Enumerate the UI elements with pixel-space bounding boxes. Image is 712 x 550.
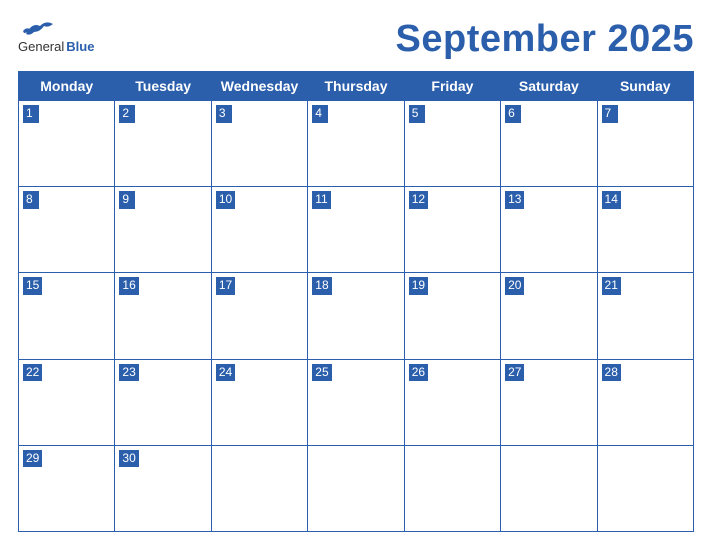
calendar-day-14: 14 <box>597 187 693 273</box>
day-number: 23 <box>119 364 138 382</box>
calendar-day-12: 12 <box>404 187 500 273</box>
calendar-day-4: 4 <box>308 101 404 187</box>
day-number: 4 <box>312 105 328 123</box>
calendar-week-4: 22 23 24 25 26 27 28 <box>19 359 694 445</box>
col-tuesday: Tuesday <box>115 72 211 101</box>
calendar-day-18: 18 <box>308 273 404 359</box>
day-number: 25 <box>312 364 331 382</box>
calendar-day-8: 8 <box>19 187 115 273</box>
logo-text-general: General <box>18 40 64 54</box>
calendar-day-28: 28 <box>597 359 693 445</box>
day-number: 12 <box>409 191 428 209</box>
day-number: 7 <box>602 105 618 123</box>
calendar-table: Monday Tuesday Wednesday Thursday Friday… <box>18 71 694 532</box>
calendar-week-5: 29 30 <box>19 445 694 531</box>
day-number: 1 <box>23 105 39 123</box>
logo-icon <box>18 18 56 40</box>
day-number: 8 <box>23 191 39 209</box>
day-number: 20 <box>505 277 524 295</box>
day-number: 6 <box>505 105 521 123</box>
calendar-day-20: 20 <box>501 273 597 359</box>
calendar-day-empty <box>404 445 500 531</box>
day-number: 19 <box>409 277 428 295</box>
col-monday: Monday <box>19 72 115 101</box>
day-number: 10 <box>216 191 235 209</box>
calendar-day-1: 1 <box>19 101 115 187</box>
day-number: 11 <box>312 191 330 209</box>
calendar-day-23: 23 <box>115 359 211 445</box>
day-number: 24 <box>216 364 235 382</box>
calendar-day-empty <box>211 445 307 531</box>
calendar-day-2: 2 <box>115 101 211 187</box>
col-sunday: Sunday <box>597 72 693 101</box>
day-number: 27 <box>505 364 524 382</box>
calendar-day-10: 10 <box>211 187 307 273</box>
col-saturday: Saturday <box>501 72 597 101</box>
calendar-week-1: 1 2 3 4 5 6 7 <box>19 101 694 187</box>
day-number: 17 <box>216 277 235 295</box>
logo-text-blue: Blue <box>66 40 94 54</box>
day-number: 26 <box>409 364 428 382</box>
calendar-day-30: 30 <box>115 445 211 531</box>
calendar-day-29: 29 <box>19 445 115 531</box>
calendar-day-27: 27 <box>501 359 597 445</box>
day-number: 22 <box>23 364 42 382</box>
day-number: 9 <box>119 191 135 209</box>
calendar-day-5: 5 <box>404 101 500 187</box>
calendar-header-row: Monday Tuesday Wednesday Thursday Friday… <box>19 72 694 101</box>
calendar-day-19: 19 <box>404 273 500 359</box>
calendar-day-9: 9 <box>115 187 211 273</box>
calendar-day-13: 13 <box>501 187 597 273</box>
calendar-day-22: 22 <box>19 359 115 445</box>
day-number: 5 <box>409 105 425 123</box>
day-number: 21 <box>602 277 621 295</box>
day-number: 3 <box>216 105 232 123</box>
calendar-week-3: 15 16 17 18 19 20 21 <box>19 273 694 359</box>
calendar-day-empty <box>501 445 597 531</box>
calendar-day-11: 11 <box>308 187 404 273</box>
day-number: 2 <box>119 105 135 123</box>
calendar-day-17: 17 <box>211 273 307 359</box>
day-number: 13 <box>505 191 524 209</box>
day-number: 14 <box>602 191 621 209</box>
calendar-day-7: 7 <box>597 101 693 187</box>
day-number: 30 <box>119 450 138 468</box>
day-number: 28 <box>602 364 621 382</box>
day-number: 18 <box>312 277 331 295</box>
calendar-day-6: 6 <box>501 101 597 187</box>
col-thursday: Thursday <box>308 72 404 101</box>
calendar-day-16: 16 <box>115 273 211 359</box>
calendar-day-25: 25 <box>308 359 404 445</box>
calendar-day-empty <box>308 445 404 531</box>
month-title: September 2025 <box>396 18 695 61</box>
calendar-day-15: 15 <box>19 273 115 359</box>
day-number: 15 <box>23 277 42 295</box>
calendar-day-26: 26 <box>404 359 500 445</box>
col-friday: Friday <box>404 72 500 101</box>
calendar-week-2: 8 9 10 11 12 13 14 <box>19 187 694 273</box>
col-wednesday: Wednesday <box>211 72 307 101</box>
header: General Blue September 2025 <box>18 18 694 61</box>
calendar-day-24: 24 <box>211 359 307 445</box>
calendar-day-empty <box>597 445 693 531</box>
day-number: 16 <box>119 277 138 295</box>
page: General Blue September 2025 Monday Tuesd… <box>0 0 712 550</box>
calendar-day-21: 21 <box>597 273 693 359</box>
logo: General Blue <box>18 18 94 54</box>
calendar-day-3: 3 <box>211 101 307 187</box>
day-number: 29 <box>23 450 42 468</box>
